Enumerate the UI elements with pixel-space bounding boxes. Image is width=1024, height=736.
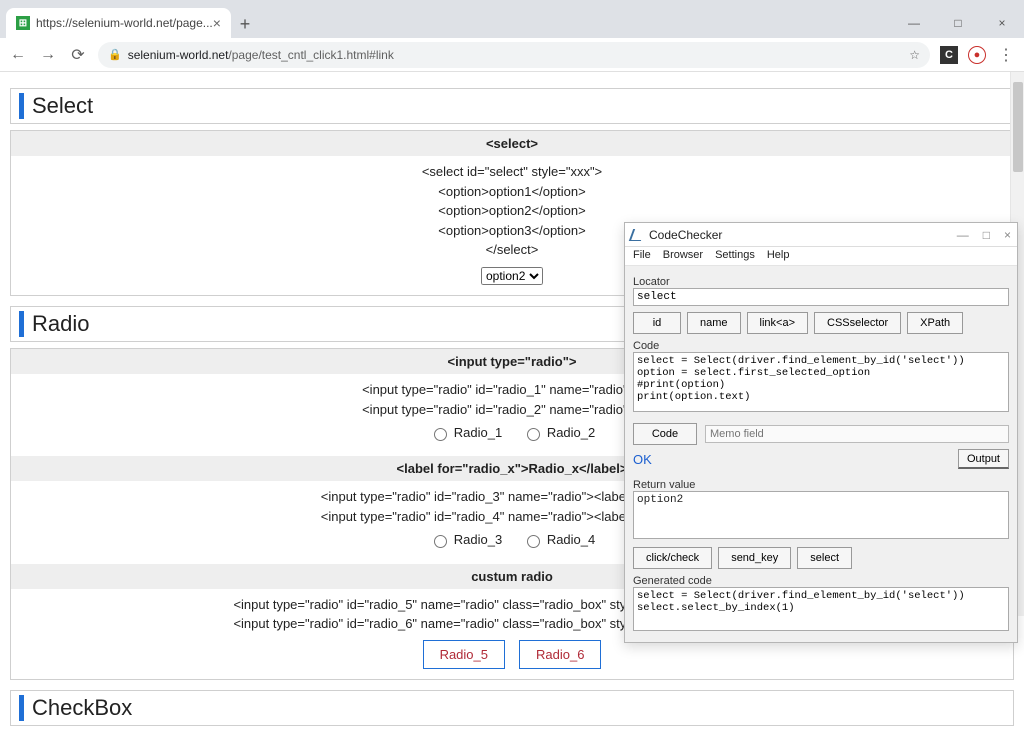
window-maximize-button[interactable]: □ [936, 8, 980, 38]
browser-tab[interactable]: ⊞ https://selenium-world.net/page... × [6, 8, 231, 38]
memo-field[interactable] [705, 425, 1009, 443]
locator-xpath-button[interactable]: XPath [907, 312, 963, 334]
radio-input[interactable] [434, 535, 447, 548]
window-close-button[interactable]: × [980, 8, 1024, 38]
codechecker-window: CodeChecker — □ × File Browser Settings … [624, 222, 1018, 643]
code-line: <option>option1</option> [11, 182, 1013, 202]
browser-toolbar: ← → ⟳ 🔒 selenium-world.net/page/test_cnt… [0, 38, 1024, 72]
section-checkbox: CheckBox [10, 690, 1014, 726]
popup-maximize-button[interactable]: □ [983, 228, 990, 242]
favicon-icon: ⊞ [16, 16, 30, 30]
menu-browser[interactable]: Browser [663, 249, 703, 261]
popup-minimize-button[interactable]: — [957, 228, 969, 242]
code-label: Code [633, 340, 1009, 352]
code-textarea[interactable] [633, 352, 1009, 412]
code-line: <input type="radio" id="radio_6" name="r… [11, 614, 1013, 634]
code-run-button[interactable]: Code [633, 423, 697, 445]
popup-close-button[interactable]: × [1004, 228, 1011, 242]
select-element[interactable]: option1 option2 option3 [481, 267, 543, 285]
url-path: /page/test_cntl_click1.html#link [228, 48, 393, 62]
action-select-button[interactable]: select [797, 547, 852, 569]
locator-css-button[interactable]: CSSselector [814, 312, 901, 334]
back-button[interactable]: ← [8, 46, 28, 64]
return-label: Return value [633, 479, 1009, 491]
return-value-box: option2 [633, 491, 1009, 539]
popup-title: CodeChecker [649, 228, 722, 242]
section-title-select: Select [19, 93, 1005, 119]
status-ok: OK [633, 452, 652, 467]
radio-4[interactable]: Radio_4 [522, 530, 595, 550]
star-icon[interactable]: ☆ [909, 48, 920, 62]
menu-icon[interactable]: ⋮ [996, 45, 1016, 65]
section-title-checkbox: CheckBox [19, 695, 1005, 721]
radio-2[interactable]: Radio_2 [522, 423, 595, 443]
scrollbar-thumb[interactable] [1013, 82, 1023, 172]
menu-settings[interactable]: Settings [715, 249, 755, 261]
address-bar[interactable]: 🔒 selenium-world.net/page/test_cntl_clic… [98, 42, 930, 68]
custom-radio-5[interactable]: Radio_5 [423, 640, 505, 669]
action-sendkey-button[interactable]: send_key [718, 547, 791, 569]
reload-button[interactable]: ⟳ [68, 45, 88, 65]
code-line: <select id="select" style="xxx"> [11, 162, 1013, 182]
custom-radio-6[interactable]: Radio_6 [519, 640, 601, 669]
generated-code-label: Generated code [633, 575, 1009, 587]
tab-title: https://selenium-world.net/page... [36, 16, 213, 30]
app-icon [629, 229, 645, 241]
locator-id-button[interactable]: id [633, 312, 681, 334]
menu-file[interactable]: File [633, 249, 651, 261]
lock-icon: 🔒 [108, 48, 122, 61]
locator-name-button[interactable]: name [687, 312, 741, 334]
locator-link-button[interactable]: link<a> [747, 312, 808, 334]
section-select: Select [10, 88, 1014, 124]
select-panel-head: <select> [11, 131, 1013, 156]
radio-1[interactable]: Radio_1 [429, 423, 502, 443]
browser-tab-strip: ⊞ https://selenium-world.net/page... × +… [0, 0, 1024, 38]
output-button[interactable]: Output [958, 449, 1009, 469]
menu-help[interactable]: Help [767, 249, 790, 261]
popup-titlebar[interactable]: CodeChecker — □ × [625, 223, 1017, 247]
code-line: <option>option2</option> [11, 201, 1013, 221]
action-click-button[interactable]: click/check [633, 547, 712, 569]
url-domain: selenium-world.net [128, 48, 229, 62]
locator-input[interactable] [633, 288, 1009, 306]
close-tab-icon[interactable]: × [213, 15, 221, 31]
window-minimize-button[interactable]: — [892, 8, 936, 38]
radio-3[interactable]: Radio_3 [429, 530, 502, 550]
locator-label: Locator [633, 276, 1009, 288]
extension-profile-icon[interactable]: ● [968, 46, 986, 64]
radio-input[interactable] [527, 535, 540, 548]
radio-input[interactable] [434, 428, 447, 441]
popup-menubar: File Browser Settings Help [625, 247, 1017, 266]
radio-input[interactable] [527, 428, 540, 441]
new-tab-button[interactable]: + [231, 10, 259, 38]
forward-button[interactable]: → [38, 46, 58, 64]
extension-c-icon[interactable]: C [940, 46, 958, 64]
